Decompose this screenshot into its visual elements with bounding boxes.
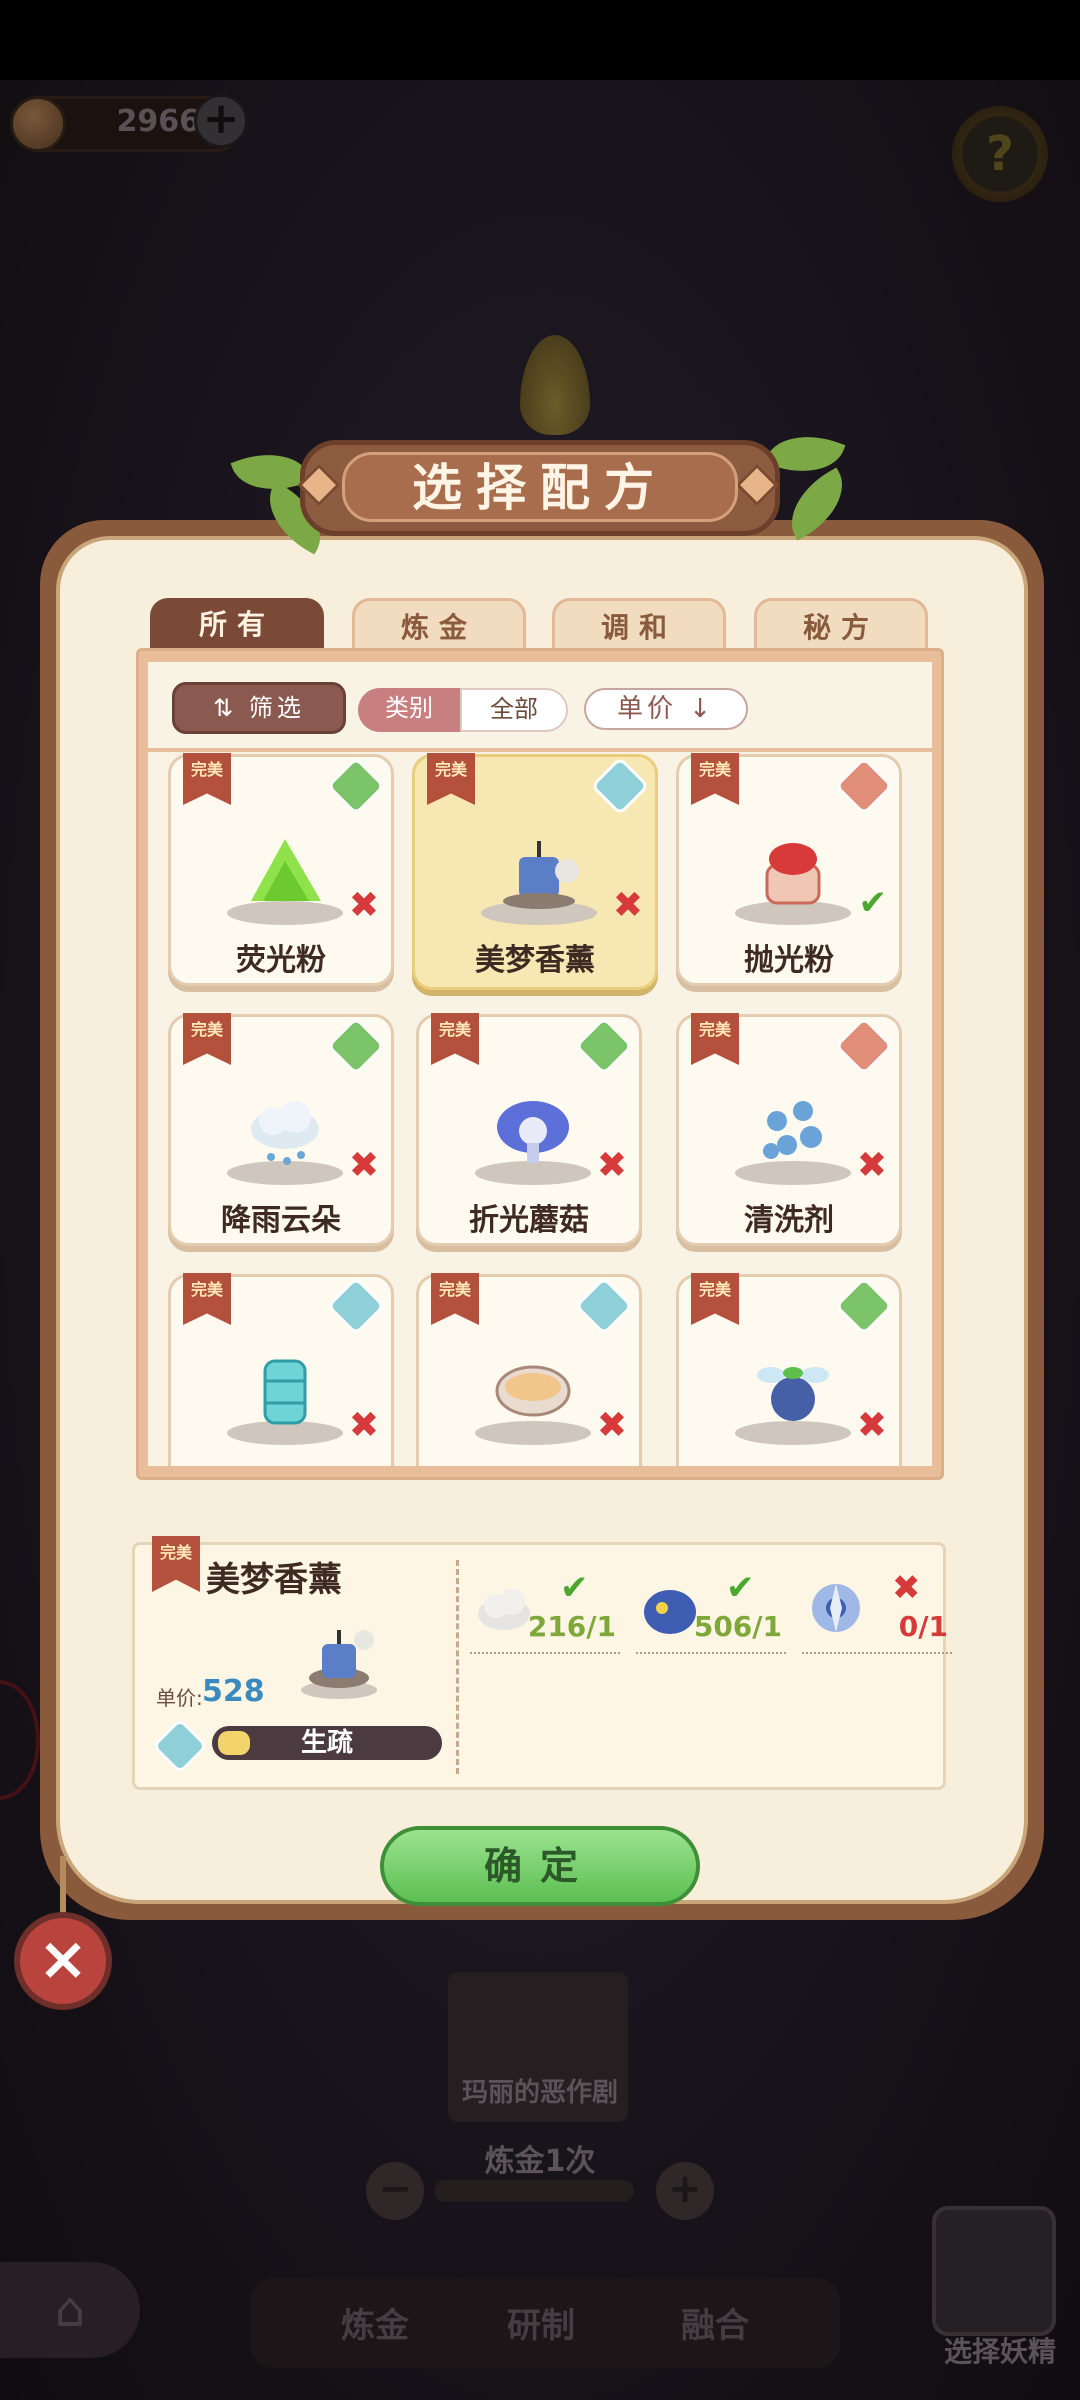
- cross-icon: ✖: [348, 885, 379, 926]
- element-tag-icon: [574, 1276, 634, 1336]
- blue-mushroom-icon: [497, 1101, 569, 1163]
- perfect-badge: 完美: [691, 1013, 739, 1065]
- filter-button[interactable]: ⇅ 筛选: [172, 682, 346, 734]
- check-icon: ✔: [560, 1568, 589, 1608]
- candle-icon: [301, 1630, 377, 1699]
- tab-secret-recipe[interactable]: 秘方: [754, 598, 928, 654]
- perfect-badge: 完美: [431, 1273, 479, 1325]
- cross-icon: ✖: [596, 1145, 627, 1186]
- element-tag-icon: [326, 1016, 386, 1076]
- perfect-badge: 完美: [183, 753, 231, 805]
- price-label: 单价:: [156, 1686, 203, 1710]
- perfect-badge: 完美: [431, 1013, 479, 1065]
- recipe-card[interactable]: 完美 ✖: [676, 1273, 902, 1466]
- sort-icon: ⇅: [213, 694, 249, 722]
- red-jar-icon: [765, 843, 821, 905]
- element-tag-icon: [834, 1016, 894, 1076]
- check-icon: ✔: [858, 883, 888, 923]
- candle-icon: [503, 841, 579, 909]
- sort-by-price-button[interactable]: 单价 ↓: [584, 688, 748, 730]
- element-tag-icon: [574, 1016, 634, 1076]
- price-value: 528: [202, 1674, 265, 1709]
- divider: [636, 1652, 786, 1654]
- green-powder-icon: [251, 839, 321, 901]
- recipe-card[interactable]: 完美 ✖ 降雨云朵: [168, 1013, 394, 1246]
- ingredient-count: 0/1: [898, 1610, 948, 1643]
- recipe-name: 降雨云朵: [221, 1203, 341, 1238]
- recipe-card[interactable]: 完美 ✖ 荧光粉: [168, 753, 394, 986]
- cross-icon: ✖: [348, 1405, 379, 1446]
- cross-icon: ✖: [596, 1405, 627, 1446]
- blue-slime-icon: [644, 1590, 696, 1634]
- divider: [456, 1560, 459, 1774]
- recipe-name: 抛光粉: [744, 943, 834, 978]
- perfect-badge: 完美: [691, 753, 739, 805]
- perfect-badge: 完美: [183, 1273, 231, 1325]
- tab-blend[interactable]: 调和: [552, 598, 726, 654]
- sort-direction-icon: ↓: [676, 694, 716, 724]
- cross-icon: ✖: [612, 885, 643, 926]
- element-tag-icon: [834, 1276, 894, 1336]
- recipe-card[interactable]: 完美 ✖: [168, 1273, 394, 1466]
- element-tag-icon: [326, 1276, 386, 1336]
- glass-vase-icon: [263, 1359, 307, 1425]
- proficiency-label: 生疏: [300, 1728, 353, 1758]
- ingredient-slot[interactable]: ✖ 0/1: [802, 1568, 952, 1654]
- check-icon: ✔: [726, 1568, 755, 1608]
- selected-recipe-name: 美梦香薰: [206, 1560, 342, 1600]
- divider: [470, 1652, 620, 1654]
- soup-bowl-icon: [495, 1365, 571, 1417]
- cross-icon: ✖: [856, 1145, 887, 1186]
- perfect-badge: 完美: [183, 1013, 231, 1065]
- recipe-card[interactable]: 完美 ✖ 折光蘑菇: [416, 1013, 642, 1246]
- tab-alchemy[interactable]: 炼金: [352, 598, 526, 654]
- proficiency-fill: [218, 1731, 250, 1755]
- recipe-name: 清洗剂: [744, 1203, 834, 1238]
- blue-flowers-icon: [763, 1101, 822, 1159]
- ingredient-slot[interactable]: ✔ 506/1: [636, 1568, 786, 1654]
- element-tag-icon: [326, 756, 386, 816]
- recipe-card[interactable]: 完美 ✔ 抛光粉: [676, 753, 902, 986]
- rain-cloud-icon: [251, 1101, 319, 1165]
- close-button[interactable]: ×: [14, 1912, 112, 2010]
- recipe-name: 荧光粉: [236, 943, 326, 978]
- rope-decoration: [60, 1856, 66, 1916]
- perfect-badge: 完美: [691, 1273, 739, 1325]
- filter-label: 筛选: [248, 694, 305, 722]
- cross-icon: ✖: [892, 1568, 921, 1608]
- recipe-card[interactable]: 完美 ✖ 美梦香薰: [412, 753, 658, 990]
- category-dropdown[interactable]: 全部: [460, 688, 568, 732]
- ingredient-slot[interactable]: ✔ 216/1: [470, 1568, 620, 1654]
- cross-icon: ✖: [348, 1145, 379, 1186]
- recipe-name: 折光蘑菇: [469, 1203, 589, 1238]
- recipe-name: 美梦香薰: [475, 943, 595, 978]
- ingredient-count: 216/1: [527, 1610, 616, 1643]
- winged-berry-icon: [757, 1367, 829, 1421]
- recipe-card[interactable]: 完美 ✖: [416, 1273, 642, 1466]
- ingredient-count: 506/1: [693, 1610, 782, 1643]
- sort-label: 单价: [616, 694, 677, 724]
- modal-title: 选择配方: [342, 452, 738, 522]
- cross-icon: ✖: [856, 1405, 887, 1446]
- tab-all[interactable]: 所有: [150, 598, 324, 654]
- perfect-badge: 完美: [427, 753, 475, 805]
- divider: [802, 1652, 952, 1654]
- recipe-card[interactable]: 完美 ✖ 清洗剂: [676, 1013, 902, 1246]
- element-tag-icon: [590, 756, 650, 816]
- pinwheel-flower-icon: [812, 1584, 860, 1632]
- cloud-icon: [478, 1589, 530, 1630]
- element-tag-icon: [834, 756, 894, 816]
- confirm-button[interactable]: 确定: [380, 1826, 700, 1906]
- recipe-grid: 完美 ✖ 荧光粉 完美 ✖ 美梦香薰 完美 ✔ 抛光粉 完美 ✖ 降雨云朵 完美 ✖ 折光蘑菇 完美 ✖ 清洗剂完…: [148, 752, 932, 1466]
- category-label: 类别: [358, 688, 460, 732]
